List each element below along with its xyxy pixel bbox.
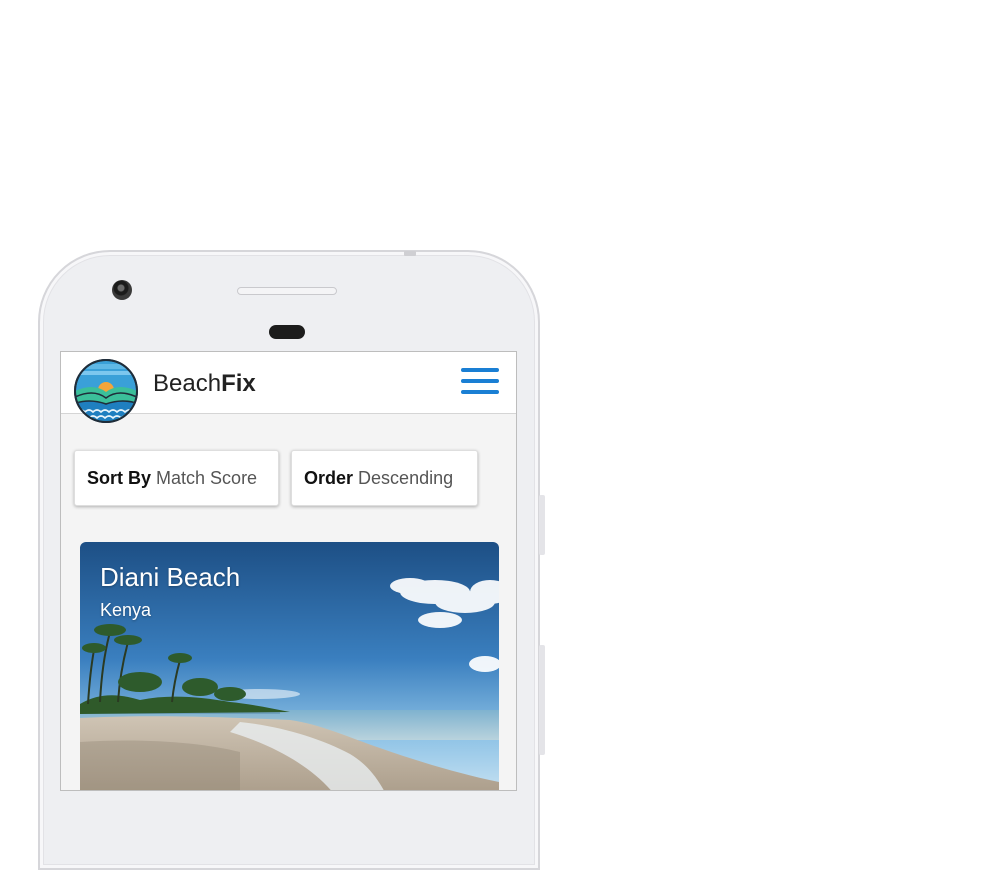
order-label: Order xyxy=(304,468,354,488)
menu-bar xyxy=(461,379,499,383)
app-screen: BeachFix Sort By Match Score Order Desce… xyxy=(60,351,517,791)
order-button[interactable]: Order Descending xyxy=(291,450,478,506)
sort-by-label: Sort By xyxy=(87,468,152,488)
phone-top-button xyxy=(404,251,416,256)
app-header: BeachFix xyxy=(61,352,516,423)
proximity-sensor xyxy=(269,325,305,339)
menu-bar xyxy=(461,390,499,394)
beach-logo-icon[interactable] xyxy=(73,358,139,424)
beach-country: Kenya xyxy=(100,600,152,620)
sort-by-button[interactable]: Sort By Match Score xyxy=(74,450,279,506)
phone-side-button xyxy=(539,495,545,555)
hamburger-menu-icon[interactable] xyxy=(461,368,499,400)
earpiece-speaker xyxy=(237,287,337,295)
menu-bar xyxy=(461,368,499,372)
brand-regular: Beach xyxy=(153,370,222,397)
brand-name: BeachFix xyxy=(153,370,256,398)
phone-side-button xyxy=(539,645,545,755)
beach-result-card[interactable]: Diani Beach Kenya xyxy=(80,542,499,790)
beach-name: Diani Beach xyxy=(100,562,241,592)
sort-by-value: Match Score xyxy=(156,468,258,488)
order-value: Descending xyxy=(358,468,454,488)
front-camera xyxy=(112,280,132,300)
brand-bold: Fix xyxy=(221,370,256,397)
